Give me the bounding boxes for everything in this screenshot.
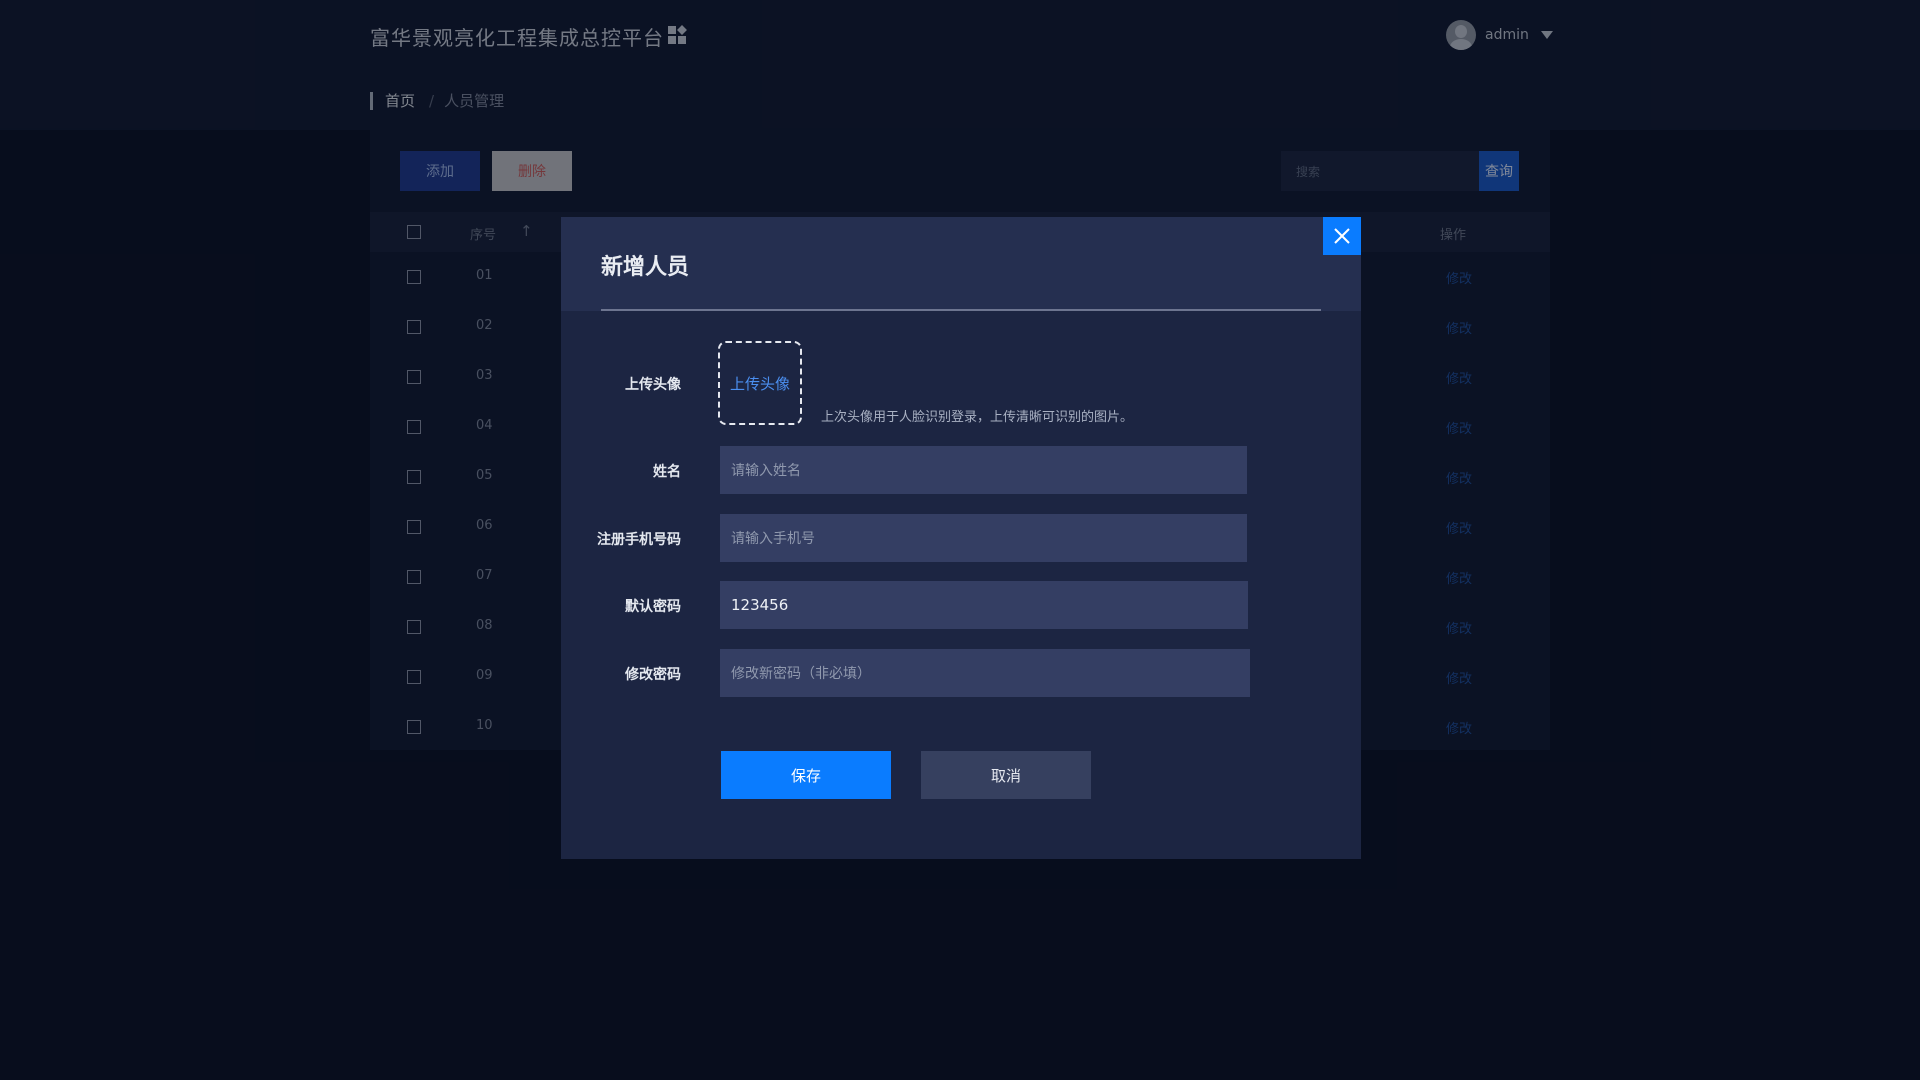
dialog-title: 新增人员 xyxy=(601,255,690,280)
default-password-input[interactable]: 123456 xyxy=(720,581,1248,629)
change-password-input[interactable]: 修改新密码（非必填） xyxy=(720,649,1250,697)
change-password-label: 修改密码 xyxy=(625,667,681,683)
name-label: 姓名 xyxy=(653,464,681,480)
upload-hint: 上次头像用于人脸识别登录，上传清晰可识别的图片。 xyxy=(821,410,1134,425)
dialog-divider xyxy=(601,309,1321,311)
close-button[interactable] xyxy=(1323,217,1361,255)
save-button[interactable]: 保存 xyxy=(721,751,891,799)
phone-label: 注册手机号码 xyxy=(597,532,681,548)
upload-avatar-button[interactable]: 上传头像 xyxy=(718,341,802,425)
name-input[interactable]: 请输入姓名 xyxy=(720,446,1247,494)
cancel-button[interactable]: 取消 xyxy=(921,751,1091,799)
phone-input[interactable]: 请输入手机号 xyxy=(720,514,1247,562)
upload-label: 上传头像 xyxy=(625,377,681,393)
default-password-label: 默认密码 xyxy=(625,599,681,615)
close-icon[interactable] xyxy=(1333,227,1351,245)
dialog-header: 新增人员 xyxy=(561,217,1361,311)
add-person-dialog: 新增人员 上传头像 上传头像 上次头像用于人脸识别登录，上传清晰可识别的图片。 … xyxy=(561,217,1361,859)
